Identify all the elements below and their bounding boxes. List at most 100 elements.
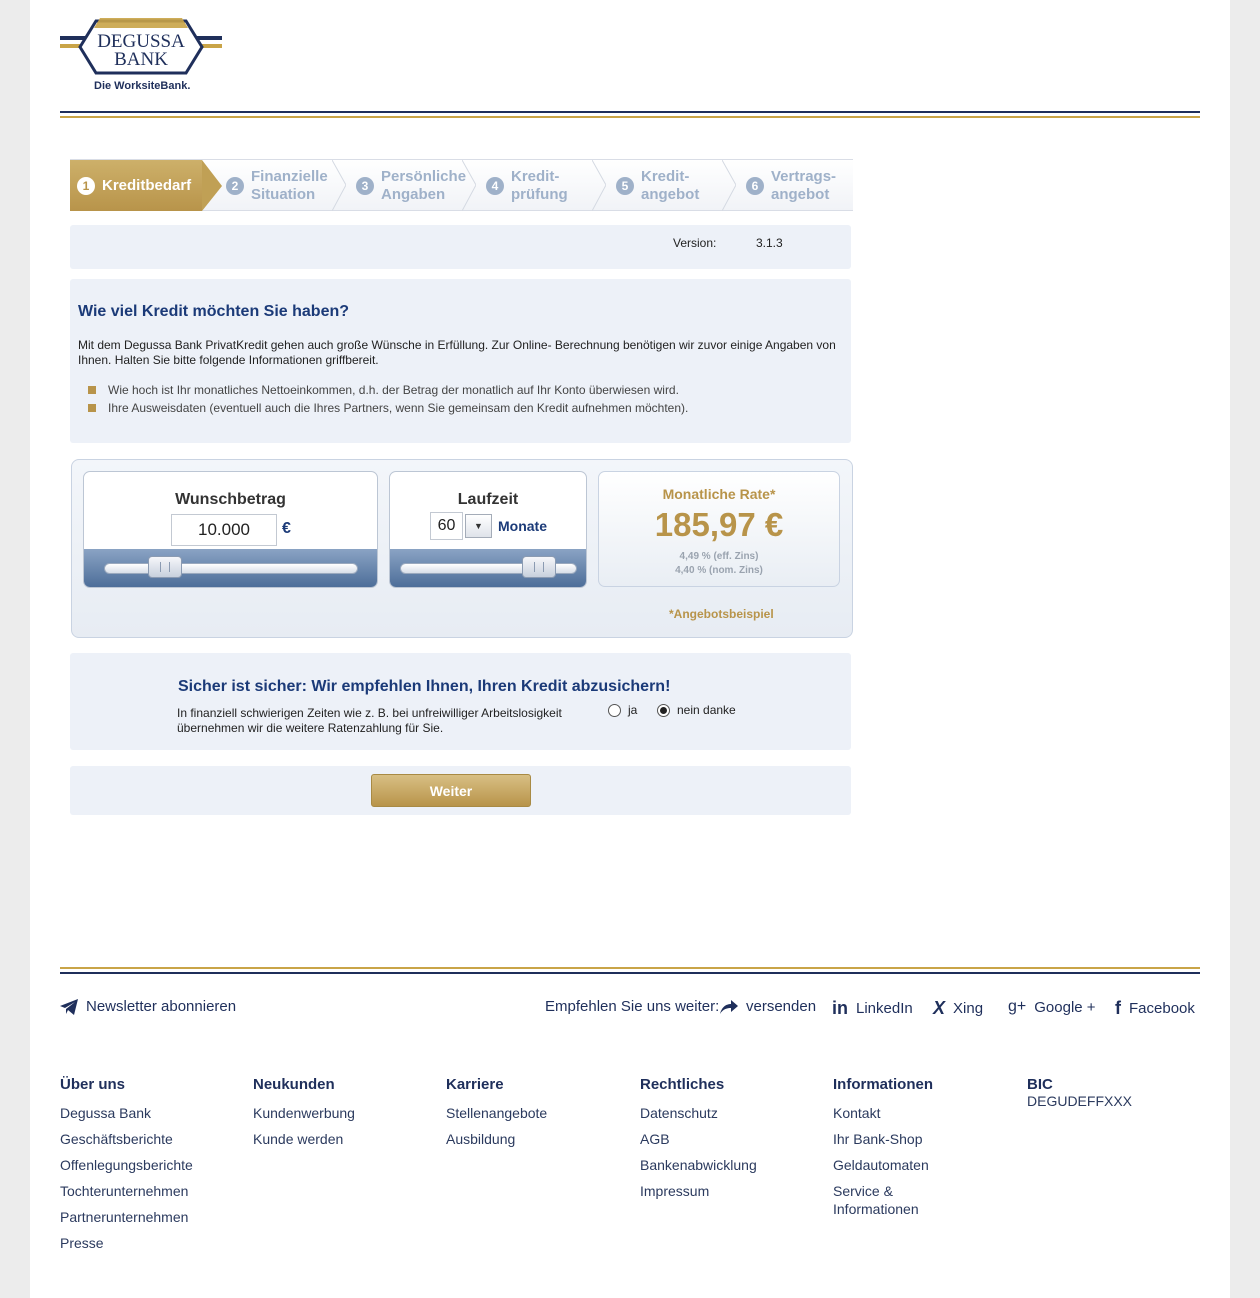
- footer-link[interactable]: AGB: [640, 1126, 757, 1152]
- step-number: 3: [356, 176, 374, 195]
- footer-link[interactable]: Partnerunternehmen: [60, 1204, 193, 1230]
- radio-label: ja: [628, 703, 638, 717]
- footer-link[interactable]: Geldautomaten: [833, 1152, 953, 1178]
- step-label: Persönliche Angaben: [381, 167, 467, 203]
- send-label: versenden: [746, 998, 817, 1015]
- amount-slider-track[interactable]: [104, 563, 358, 574]
- logo-tagline: Die WorksiteBank.: [94, 80, 191, 92]
- footer-link[interactable]: Ausbildung: [446, 1126, 547, 1152]
- term-select-value[interactable]: 60: [430, 512, 463, 540]
- term-slider-handle[interactable]: [522, 556, 556, 578]
- footer-link[interactable]: Tochterunternehmen: [60, 1178, 193, 1204]
- progress-steps: 1 Kreditbedarf 2 Finanzielle Situation 3…: [70, 159, 853, 211]
- term-dropdown-button[interactable]: ▼: [465, 514, 492, 538]
- send-link[interactable]: versenden: [720, 998, 816, 1015]
- step-number: 4: [486, 176, 504, 195]
- footer-link[interactable]: Degussa Bank: [60, 1100, 193, 1126]
- offer-example-note: *Angebotsbeispiel: [669, 607, 774, 621]
- radio-circle-icon: [608, 703, 621, 717]
- step-separator: [722, 160, 736, 211]
- facebook-link[interactable]: f Facebook: [1115, 998, 1195, 1019]
- footer-link[interactable]: Bankenabwicklung: [640, 1152, 757, 1178]
- effective-interest: 4,49 % (eff. Zins): [679, 551, 759, 562]
- logo-line2: BANK: [114, 49, 168, 70]
- header-divider: [60, 111, 1200, 118]
- term-box: Laufzeit 60 ▼ Monate: [389, 471, 587, 588]
- footer-link[interactable]: Ihr Bank-Shop: [833, 1126, 953, 1152]
- facebook-label: Facebook: [1129, 1000, 1195, 1017]
- info-list: Wie hoch ist Ihr monatliches Nettoeinkom…: [88, 381, 688, 417]
- xing-icon: X: [933, 998, 946, 1018]
- footer-column-karriere: Karriere Stellenangebote Ausbildung: [446, 1076, 547, 1152]
- degussa-bank-logo[interactable]: DEGUSSA BANK Die WorksiteBank.: [60, 18, 222, 96]
- footer-link[interactable]: Kunde werden: [253, 1126, 355, 1152]
- bullet-square-icon: [88, 386, 96, 394]
- footer-link[interactable]: Impressum: [640, 1178, 757, 1204]
- footer-column-neukunden: Neukunden Kundenwerbung Kunde werden: [253, 1076, 355, 1152]
- footer-link[interactable]: Offenlegungsberichte: [60, 1152, 193, 1178]
- footer-column-rechtliches: Rechtliches Datenschutz AGB Bankenabwick…: [640, 1076, 757, 1204]
- footer-link[interactable]: Stellenangebote: [446, 1100, 547, 1126]
- footer-link[interactable]: Presse: [60, 1230, 193, 1256]
- newsletter-link[interactable]: Newsletter abonnieren: [60, 998, 236, 1015]
- next-button[interactable]: Weiter: [371, 774, 531, 807]
- logo-emblem: DEGUSSA BANK: [60, 18, 222, 75]
- google-plus-link[interactable]: g+ Google +: [1008, 998, 1096, 1016]
- step-label: Vertrags- angebot: [771, 167, 837, 203]
- footer-link[interactable]: Service & Informationen: [833, 1182, 953, 1218]
- amount-title: Wunschbetrag: [175, 491, 286, 508]
- list-item: Ihre Ausweisdaten (eventuell auch die Ih…: [88, 399, 688, 417]
- term-title: Laufzeit: [457, 491, 519, 508]
- radio-label: nein danke: [677, 703, 736, 717]
- step-number: 1: [77, 176, 95, 195]
- step-kreditpruefung: 4 Kredit- prüfung: [486, 160, 568, 211]
- linkedin-label: LinkedIn: [856, 1000, 913, 1017]
- step-number: 6: [746, 176, 764, 195]
- step-number: 5: [616, 176, 634, 195]
- footer-column-ueber-uns: Über uns Degussa Bank Geschäftsberichte …: [60, 1076, 193, 1256]
- intro-text: Mit dem Degussa Bank PrivatKredit gehen …: [78, 338, 836, 367]
- rate-title: Monatliche Rate*: [662, 486, 776, 502]
- share-arrow-icon: [720, 999, 738, 1014]
- google-plus-icon: g+: [1008, 998, 1027, 1015]
- insurance-panel: Sicher ist sicher: Wir empfehlen Ihnen, …: [70, 653, 851, 750]
- xing-label: Xing: [953, 1000, 984, 1017]
- amount-input[interactable]: [171, 514, 277, 546]
- intro-panel: Wie viel Kredit möchten Sie haben? Mit d…: [70, 279, 851, 443]
- xing-link[interactable]: X Xing: [933, 998, 983, 1019]
- footer-link[interactable]: Geschäftsberichte: [60, 1126, 193, 1152]
- footer-column-informationen: Informationen Kontakt Ihr Bank-Shop Geld…: [833, 1076, 953, 1218]
- footer-link[interactable]: Datenschutz: [640, 1100, 757, 1126]
- step-separator: [592, 160, 606, 211]
- list-item: Wie hoch ist Ihr monatliches Nettoeinkom…: [88, 381, 688, 399]
- newsletter-label: Newsletter abonnieren: [86, 998, 237, 1015]
- facebook-icon: f: [1115, 998, 1121, 1018]
- step-label: Kredit- prüfung: [511, 167, 568, 203]
- nominal-interest: 4,40 % (nom. Zins): [675, 565, 763, 576]
- action-panel: Weiter: [70, 766, 851, 815]
- insurance-yes-radio[interactable]: ja: [608, 703, 637, 717]
- list-item-text: Ihre Ausweisdaten (eventuell auch die Ih…: [108, 401, 689, 415]
- linkedin-icon: in: [832, 998, 848, 1018]
- page: DEGUSSA BANK Die WorksiteBank. 1 Kreditb…: [30, 0, 1230, 1298]
- amount-slider-handle[interactable]: [148, 556, 182, 578]
- bic-label: BIC: [1027, 1076, 1053, 1093]
- column-title: Über uns: [60, 1076, 126, 1093]
- amount-slider-area: [84, 549, 377, 587]
- step-finanzielle-situation: 2 Finanzielle Situation: [226, 160, 328, 211]
- step-persoenliche-angaben: 3 Persönliche Angaben: [356, 160, 466, 211]
- radio-selected-icon: [657, 703, 670, 717]
- intro-title: Wie viel Kredit möchten Sie haben?: [78, 303, 350, 320]
- chevron-down-icon: ▼: [474, 521, 483, 531]
- rate-value: 185,97 €: [654, 506, 784, 543]
- step-number: 2: [226, 176, 244, 195]
- linkedin-link[interactable]: in LinkedIn: [832, 998, 913, 1019]
- step-kreditbedarf[interactable]: 1 Kreditbedarf: [70, 160, 202, 211]
- column-title: Neukunden: [253, 1076, 335, 1093]
- insurance-no-radio[interactable]: nein danke: [657, 703, 736, 717]
- footer-link[interactable]: Kundenwerbung: [253, 1100, 355, 1126]
- term-slider-area: [390, 549, 586, 587]
- monthly-rate-box: Monatliche Rate* 185,97 € 4,49 % (eff. Z…: [598, 471, 840, 587]
- list-item-text: Wie hoch ist Ihr monatliches Nettoeinkom…: [108, 383, 679, 397]
- footer-link[interactable]: Kontakt: [833, 1100, 953, 1126]
